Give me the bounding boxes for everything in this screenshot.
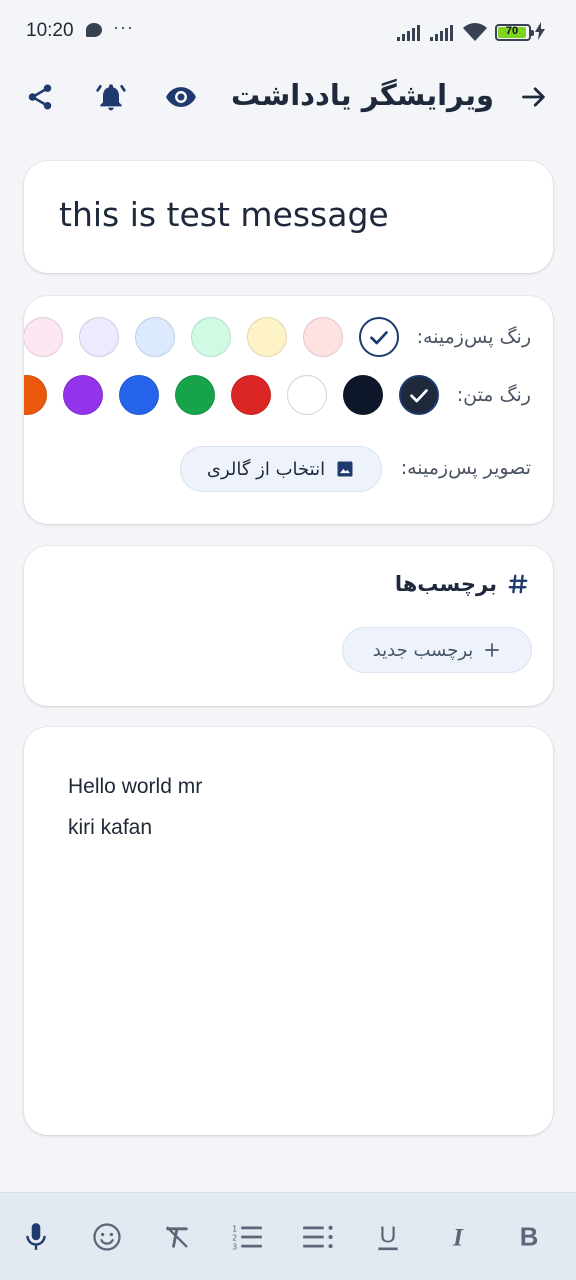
text-color-swatch[interactable] [231,375,271,415]
note-body-editor[interactable]: Hello world mr kiri kafan [24,727,553,1135]
background-color-label: رنگ پس‌زمینه: [416,326,531,348]
clear-format-icon[interactable] [157,1217,197,1257]
new-tag-button[interactable]: برچسب جدید [342,627,532,673]
text-color-swatch[interactable] [399,375,439,415]
status-bar: 10:20 ··· 70 [0,0,576,64]
background-color-swatch[interactable] [247,317,287,357]
underline-icon[interactable]: U [368,1217,408,1257]
text-color-swatch[interactable] [119,375,159,415]
chat-bubble-icon [86,23,102,37]
tags-card: برچسب‌ها برچسب جدید [24,546,553,706]
text-color-label: رنگ متن: [456,384,531,406]
bullet-list-icon[interactable] [298,1217,338,1257]
eye-icon[interactable] [163,79,199,115]
battery-icon: 70 [495,24,534,41]
background-color-swatch[interactable] [24,317,63,357]
plus-icon [485,643,500,657]
gallery-button-label: انتخاب از گالری [206,458,326,480]
new-tag-label: برچسب جدید [372,639,474,661]
appearance-card: رنگ پس‌زمینه: رنگ متن: تصویر پس‌زمینه: ا… [24,296,553,524]
share-icon[interactable] [22,79,58,115]
note-title-card: this is test message [24,161,553,273]
status-time: 10:20 [26,20,74,41]
numbered-list-icon[interactable]: 1 2 3 [227,1217,267,1257]
battery-level: 70 [505,25,519,37]
signal-icon [397,25,420,41]
note-body-line: kiri kafan [68,816,153,839]
page-title: ویرایشگر یادداشت [231,78,494,112]
choose-from-gallery-button[interactable]: انتخاب از گالری [180,446,382,492]
signal-icon [430,25,453,41]
bell-icon[interactable] [93,79,129,115]
text-color-swatch[interactable] [24,375,47,415]
charging-icon [535,22,545,40]
svg-text:1: 1 [232,1224,237,1233]
app-bar: ویرایشگر یادداشت [0,64,576,130]
background-color-swatch[interactable] [135,317,175,357]
background-color-swatch[interactable] [79,317,119,357]
svg-text:3: 3 [232,1243,237,1251]
italic-glyph: I [452,1223,464,1252]
italic-icon[interactable]: I [438,1217,478,1257]
svg-text:2: 2 [232,1233,237,1242]
tags-header: برچسب‌ها [394,572,497,596]
bold-icon[interactable]: B [509,1217,549,1257]
microphone-icon[interactable] [16,1217,56,1257]
check-icon [410,389,428,403]
text-color-swatch[interactable] [63,375,103,415]
note-title-input[interactable]: this is test message [59,195,389,234]
emoji-icon[interactable] [87,1217,127,1257]
background-color-swatch[interactable] [191,317,231,357]
text-color-swatch[interactable] [343,375,383,415]
background-image-label: تصویر پس‌زمینه: [400,457,531,479]
status-overflow: ··· [113,17,134,37]
image-icon [337,461,353,477]
text-color-swatch[interactable] [287,375,327,415]
hashtag-icon [508,574,528,594]
text-color-swatch[interactable] [175,375,215,415]
bold-glyph: B [520,1224,539,1252]
background-color-swatch[interactable] [359,317,399,357]
note-body-line: Hello world mr [68,775,203,798]
wifi-icon [463,23,487,41]
arrow-right-icon[interactable] [516,79,552,115]
check-icon [370,331,388,345]
underline-glyph: U [379,1222,396,1247]
formatting-toolbar: 1 2 3 U I B [0,1192,576,1280]
background-color-swatch[interactable] [303,317,343,357]
